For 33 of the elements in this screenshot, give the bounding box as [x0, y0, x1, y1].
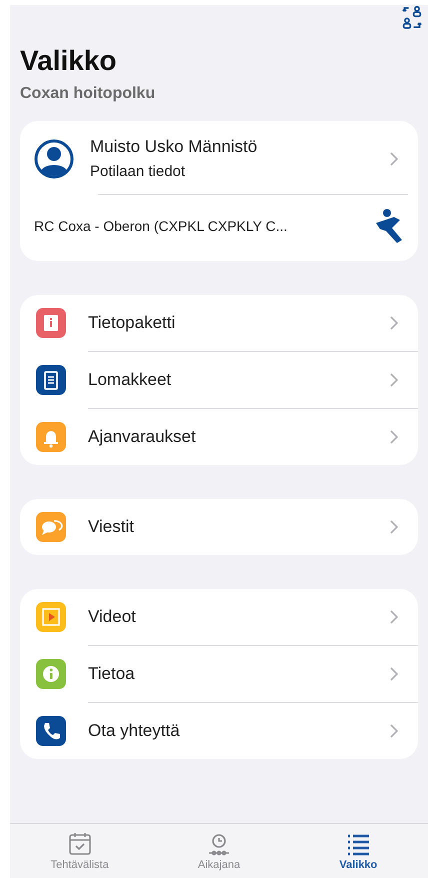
menu-item[interactable]: Ajanvaraukset — [88, 408, 418, 465]
menu-label: Tietopaketti — [88, 313, 176, 333]
menu-label: Lomakkeet — [88, 370, 172, 390]
chevron-icon — [390, 724, 398, 738]
profile-row[interactable]: Muisto Usko Männistö Potilaan tiedot — [20, 121, 418, 194]
runner-logo-icon — [374, 209, 404, 243]
calendar-check-icon — [66, 831, 93, 857]
menu-label: Ota yhteyttä — [88, 721, 181, 741]
chevron-icon — [390, 316, 398, 330]
tab[interactable]: Valikko — [288, 824, 428, 878]
menu-item[interactable]: Tietoa — [88, 645, 418, 702]
chevron-icon — [390, 667, 398, 681]
menu-item[interactable]: Tietopaketti — [20, 295, 418, 351]
chevron-icon — [390, 373, 398, 387]
menu-label: Ajanvaraukset — [88, 427, 197, 447]
organization-name: RC Coxa - Oberon (CXPKL CXPKLY C... — [34, 218, 288, 234]
menu-label: Viestit — [88, 517, 135, 537]
page-title: Valikko — [20, 45, 118, 77]
patient-caption: Potilaan tiedot — [90, 163, 186, 180]
page-subtitle: Coxan hoitopolku — [20, 85, 156, 103]
chevron-icon — [390, 152, 398, 166]
patient-name: Muisto Usko Männistö — [90, 137, 258, 157]
chevron-icon — [390, 520, 398, 534]
menu-item[interactable]: Ota yhteyttä — [88, 702, 418, 759]
menu-item[interactable]: Viestit — [20, 499, 418, 555]
menu-label: Tietoa — [88, 664, 136, 684]
switch-user-icon[interactable] — [402, 5, 422, 31]
menu-label: Videot — [88, 607, 137, 627]
chevron-icon — [390, 430, 398, 444]
avatar-icon — [34, 138, 74, 178]
menu-item[interactable]: Videot — [20, 589, 418, 645]
chevron-icon — [390, 610, 398, 624]
menu-item[interactable]: Lomakkeet — [88, 351, 418, 408]
